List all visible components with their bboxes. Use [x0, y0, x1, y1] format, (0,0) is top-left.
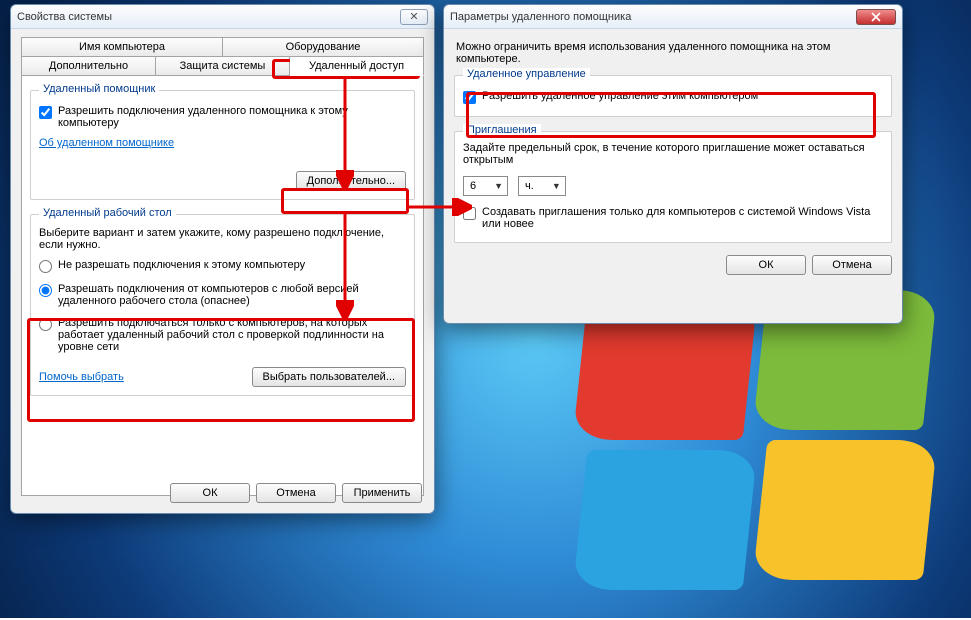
group-legend: Удаленное управление [463, 68, 590, 80]
rdp-radio-allow-any[interactable]: Разрешать подключения от компьютеров с л… [39, 283, 406, 307]
rdp-radio-deny[interactable]: Не разрешать подключения к этому компьют… [39, 259, 406, 273]
about-assistant-link[interactable]: Об удаленном помощнике [39, 137, 174, 149]
vista-only-checkbox[interactable] [463, 207, 476, 220]
close-icon[interactable] [856, 9, 896, 25]
group-legend: Удаленный помощник [39, 83, 159, 95]
window-title: Свойства системы [17, 11, 400, 23]
allow-assistant-checkbox-row[interactable]: Разрешить подключения удаленного помощни… [39, 105, 406, 129]
group-remote-assistant: Удаленный помощник Разрешить подключения… [30, 90, 415, 200]
cancel-button[interactable]: Отмена [812, 255, 892, 275]
tab-hardware[interactable]: Оборудование [223, 37, 424, 57]
allow-remote-control-checkbox[interactable] [463, 91, 476, 104]
remote-assistant-params-window: Параметры удаленного помощника Можно огр… [443, 4, 903, 324]
invite-text: Задайте предельный срок, в течение котор… [463, 142, 883, 166]
tab-advanced[interactable]: Дополнительно [21, 56, 156, 76]
help-choose-link[interactable]: Помочь выбрать [39, 371, 124, 383]
cancel-button[interactable]: Отмена [256, 483, 336, 503]
group-invitations: Приглашения Задайте предельный срок, в т… [454, 131, 892, 243]
tab-remote[interactable]: Удаленный доступ [290, 56, 424, 76]
allow-assistant-label: Разрешить подключения удаленного помощни… [58, 105, 406, 129]
group-remote-control: Удаленное управление Разрешить удаленное… [454, 75, 892, 117]
apply-button[interactable]: Применить [342, 483, 422, 503]
close-icon[interactable]: ✕ [400, 9, 428, 25]
rdp-radio-allow-nla-input[interactable] [39, 318, 52, 331]
tab-panel-remote: Удаленный помощник Разрешить подключения… [21, 76, 424, 496]
rdp-radio-allow-any-input[interactable] [39, 284, 52, 297]
vista-only-row[interactable]: Создавать приглашения только для компьют… [463, 206, 883, 230]
group-legend: Удаленный рабочий стол [39, 207, 176, 219]
ok-button[interactable]: ОК [726, 255, 806, 275]
titlebar[interactable]: Свойства системы ✕ [11, 5, 434, 29]
ok-button[interactable]: ОК [170, 483, 250, 503]
chevron-down-icon: ▼ [494, 181, 503, 191]
rdp-intro: Выберите вариант и затем укажите, кому р… [39, 227, 406, 251]
select-users-button[interactable]: Выбрать пользователей... [252, 367, 407, 387]
allow-remote-control-row[interactable]: Разрешить удаленное управление этим комп… [463, 90, 883, 104]
invite-duration-number[interactable]: 6▼ [463, 176, 508, 196]
group-remote-desktop: Удаленный рабочий стол Выберите вариант … [30, 214, 415, 396]
tab-computer-name[interactable]: Имя компьютера [21, 37, 223, 57]
tab-system-protection[interactable]: Защита системы [156, 56, 290, 76]
rdp-radio-deny-input[interactable] [39, 260, 52, 273]
advanced-button[interactable]: Дополнительно... [296, 171, 406, 191]
chevron-down-icon: ▼ [552, 181, 561, 191]
invite-duration-unit[interactable]: ч.▼ [518, 176, 566, 196]
windows-logo [580, 300, 960, 620]
allow-remote-control-label: Разрешить удаленное управление этим комп… [482, 90, 758, 102]
rdp-radio-allow-nla[interactable]: Разрешить подключаться только с компьюте… [39, 317, 406, 353]
vista-only-label: Создавать приглашения только для компьют… [482, 206, 883, 230]
group-legend: Приглашения [463, 124, 541, 136]
titlebar[interactable]: Параметры удаленного помощника [444, 5, 902, 29]
window-title: Параметры удаленного помощника [450, 11, 856, 23]
system-properties-window: Свойства системы ✕ Имя компьютера Оборуд… [10, 4, 435, 514]
allow-assistant-checkbox[interactable] [39, 106, 52, 119]
intro-text: Можно ограничить время использования уда… [456, 41, 890, 65]
